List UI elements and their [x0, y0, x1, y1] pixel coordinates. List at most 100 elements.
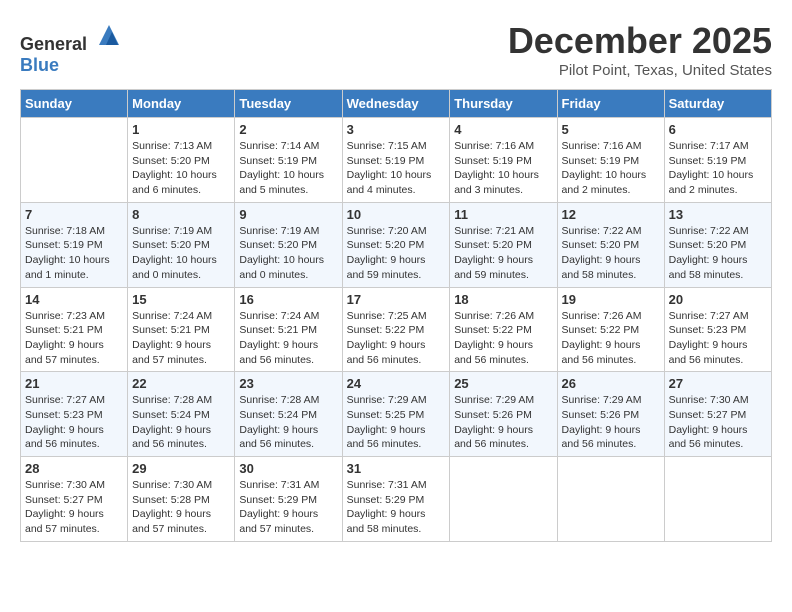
calendar-cell: 20Sunrise: 7:27 AM Sunset: 5:23 PM Dayli… [664, 287, 771, 372]
calendar-cell: 11 Sunrise: 7:21 AM Sunset: 5:20 PM Dayli… [450, 202, 557, 287]
calendar-cell: 15 Sunrise: 7:24 AM Sunset: 5:21 PM Dayli… [128, 287, 235, 372]
calendar-cell [21, 118, 128, 203]
week-row-4: 21 Sunrise: 7:27 AM Sunset: 5:23 PM Dayli… [21, 372, 772, 457]
day-info: Sunrise: 7:24 AM Sunset: 5:21 PM Dayligh… [239, 309, 337, 368]
logo-blue: Blue [20, 55, 59, 75]
day-info: Sunrise: 7:30 AM Sunset: 5:27 PM Dayligh… [25, 478, 123, 537]
logo-general: General [20, 34, 87, 54]
week-row-2: 7Sunrise: 7:18 AM Sunset: 5:19 PM Daylig… [21, 202, 772, 287]
day-number: 15 [132, 292, 230, 307]
week-row-1: 1 Sunrise: 7:13 AM Sunset: 5:20 PM Daylig… [21, 118, 772, 203]
day-number: 18 [454, 292, 552, 307]
day-number: 21 [25, 376, 123, 391]
weekday-header-saturday: Saturday [664, 90, 771, 118]
day-number: 27 [669, 376, 767, 391]
calendar-cell: 22 Sunrise: 7:28 AM Sunset: 5:24 PM Dayli… [128, 372, 235, 457]
calendar-cell: 10Sunrise: 7:20 AM Sunset: 5:20 PM Dayli… [342, 202, 450, 287]
day-info: Sunrise: 7:13 AM Sunset: 5:20 PM Dayligh… [132, 139, 230, 198]
calendar-cell: 9Sunrise: 7:19 AM Sunset: 5:20 PM Daylig… [235, 202, 342, 287]
day-number: 29 [132, 461, 230, 476]
weekday-header-sunday: Sunday [21, 90, 128, 118]
day-info: Sunrise: 7:30 AM Sunset: 5:27 PM Dayligh… [669, 393, 767, 452]
weekday-header-monday: Monday [128, 90, 235, 118]
calendar-cell: 6Sunrise: 7:17 AM Sunset: 5:19 PM Daylig… [664, 118, 771, 203]
day-number: 20 [669, 292, 767, 307]
logo: General Blue [20, 20, 124, 76]
calendar-table: SundayMondayTuesdayWednesdayThursdayFrid… [20, 89, 772, 542]
calendar-cell: 2 Sunrise: 7:14 AM Sunset: 5:19 PM Daylig… [235, 118, 342, 203]
calendar-cell: 19Sunrise: 7:26 AM Sunset: 5:22 PM Dayli… [557, 287, 664, 372]
logo-icon [94, 20, 124, 50]
calendar-cell: 24Sunrise: 7:29 AM Sunset: 5:25 PM Dayli… [342, 372, 450, 457]
day-info: Sunrise: 7:17 AM Sunset: 5:19 PM Dayligh… [669, 139, 767, 198]
day-number: 26 [562, 376, 660, 391]
day-number: 28 [25, 461, 123, 476]
week-row-3: 14 Sunrise: 7:23 AM Sunset: 5:21 PM Dayli… [21, 287, 772, 372]
day-info: Sunrise: 7:22 AM Sunset: 5:20 PM Dayligh… [669, 224, 767, 283]
day-number: 5 [562, 122, 660, 137]
day-info: Sunrise: 7:28 AM Sunset: 5:24 PM Dayligh… [239, 393, 337, 452]
header: General Blue December 2025 Pilot Point, … [20, 20, 772, 79]
day-number: 17 [347, 292, 446, 307]
weekday-header-thursday: Thursday [450, 90, 557, 118]
calendar-cell: 18 Sunrise: 7:26 AM Sunset: 5:22 PM Dayli… [450, 287, 557, 372]
weekday-header-friday: Friday [557, 90, 664, 118]
day-info: Sunrise: 7:31 AM Sunset: 5:29 PM Dayligh… [347, 478, 446, 537]
calendar-cell: 3Sunrise: 7:15 AM Sunset: 5:19 PM Daylig… [342, 118, 450, 203]
calendar-cell: 4Sunrise: 7:16 AM Sunset: 5:19 PM Daylig… [450, 118, 557, 203]
day-info: Sunrise: 7:16 AM Sunset: 5:19 PM Dayligh… [562, 139, 660, 198]
subtitle: Pilot Point, Texas, United States [508, 62, 772, 79]
calendar-cell: 16 Sunrise: 7:24 AM Sunset: 5:21 PM Dayli… [235, 287, 342, 372]
day-number: 16 [239, 292, 337, 307]
calendar-cell: 8 Sunrise: 7:19 AM Sunset: 5:20 PM Daylig… [128, 202, 235, 287]
day-number: 22 [132, 376, 230, 391]
day-number: 25 [454, 376, 552, 391]
calendar-cell: 25 Sunrise: 7:29 AM Sunset: 5:26 PM Dayli… [450, 372, 557, 457]
main-title: December 2025 [508, 20, 772, 62]
title-area: December 2025 Pilot Point, Texas, United… [508, 20, 772, 79]
weekday-header-row: SundayMondayTuesdayWednesdayThursdayFrid… [21, 90, 772, 118]
calendar-cell: 21 Sunrise: 7:27 AM Sunset: 5:23 PM Dayli… [21, 372, 128, 457]
day-info: Sunrise: 7:29 AM Sunset: 5:26 PM Dayligh… [454, 393, 552, 452]
day-info: Sunrise: 7:29 AM Sunset: 5:26 PM Dayligh… [562, 393, 660, 452]
day-info: Sunrise: 7:30 AM Sunset: 5:28 PM Dayligh… [132, 478, 230, 537]
weekday-header-tuesday: Tuesday [235, 90, 342, 118]
day-info: Sunrise: 7:23 AM Sunset: 5:21 PM Dayligh… [25, 309, 123, 368]
day-number: 1 [132, 122, 230, 137]
day-number: 24 [347, 376, 446, 391]
day-info: Sunrise: 7:25 AM Sunset: 5:22 PM Dayligh… [347, 309, 446, 368]
day-number: 2 [239, 122, 337, 137]
calendar-cell: 14 Sunrise: 7:23 AM Sunset: 5:21 PM Dayli… [21, 287, 128, 372]
calendar-cell: 30 Sunrise: 7:31 AM Sunset: 5:29 PM Dayli… [235, 457, 342, 542]
day-number: 3 [347, 122, 446, 137]
calendar-cell: 7Sunrise: 7:18 AM Sunset: 5:19 PM Daylig… [21, 202, 128, 287]
calendar-cell: 29 Sunrise: 7:30 AM Sunset: 5:28 PM Dayli… [128, 457, 235, 542]
day-info: Sunrise: 7:27 AM Sunset: 5:23 PM Dayligh… [25, 393, 123, 452]
logo-text: General Blue [20, 20, 124, 76]
day-info: Sunrise: 7:28 AM Sunset: 5:24 PM Dayligh… [132, 393, 230, 452]
day-number: 11 [454, 207, 552, 222]
day-info: Sunrise: 7:19 AM Sunset: 5:20 PM Dayligh… [132, 224, 230, 283]
calendar-cell: 31 Sunrise: 7:31 AM Sunset: 5:29 PM Dayli… [342, 457, 450, 542]
day-number: 4 [454, 122, 552, 137]
calendar-cell: 28 Sunrise: 7:30 AM Sunset: 5:27 PM Dayli… [21, 457, 128, 542]
day-info: Sunrise: 7:26 AM Sunset: 5:22 PM Dayligh… [454, 309, 552, 368]
day-info: Sunrise: 7:22 AM Sunset: 5:20 PM Dayligh… [562, 224, 660, 283]
day-info: Sunrise: 7:21 AM Sunset: 5:20 PM Dayligh… [454, 224, 552, 283]
calendar-cell: 27 Sunrise: 7:30 AM Sunset: 5:27 PM Dayli… [664, 372, 771, 457]
calendar-cell: 26 Sunrise: 7:29 AM Sunset: 5:26 PM Dayli… [557, 372, 664, 457]
day-number: 8 [132, 207, 230, 222]
day-number: 7 [25, 207, 123, 222]
calendar-cell: 17 Sunrise: 7:25 AM Sunset: 5:22 PM Dayli… [342, 287, 450, 372]
day-number: 31 [347, 461, 446, 476]
day-number: 9 [239, 207, 337, 222]
day-number: 10 [347, 207, 446, 222]
calendar-cell: 5 Sunrise: 7:16 AM Sunset: 5:19 PM Daylig… [557, 118, 664, 203]
day-number: 14 [25, 292, 123, 307]
day-info: Sunrise: 7:14 AM Sunset: 5:19 PM Dayligh… [239, 139, 337, 198]
calendar-cell [664, 457, 771, 542]
week-row-5: 28 Sunrise: 7:30 AM Sunset: 5:27 PM Dayli… [21, 457, 772, 542]
day-info: Sunrise: 7:31 AM Sunset: 5:29 PM Dayligh… [239, 478, 337, 537]
day-info: Sunrise: 7:24 AM Sunset: 5:21 PM Dayligh… [132, 309, 230, 368]
day-number: 30 [239, 461, 337, 476]
